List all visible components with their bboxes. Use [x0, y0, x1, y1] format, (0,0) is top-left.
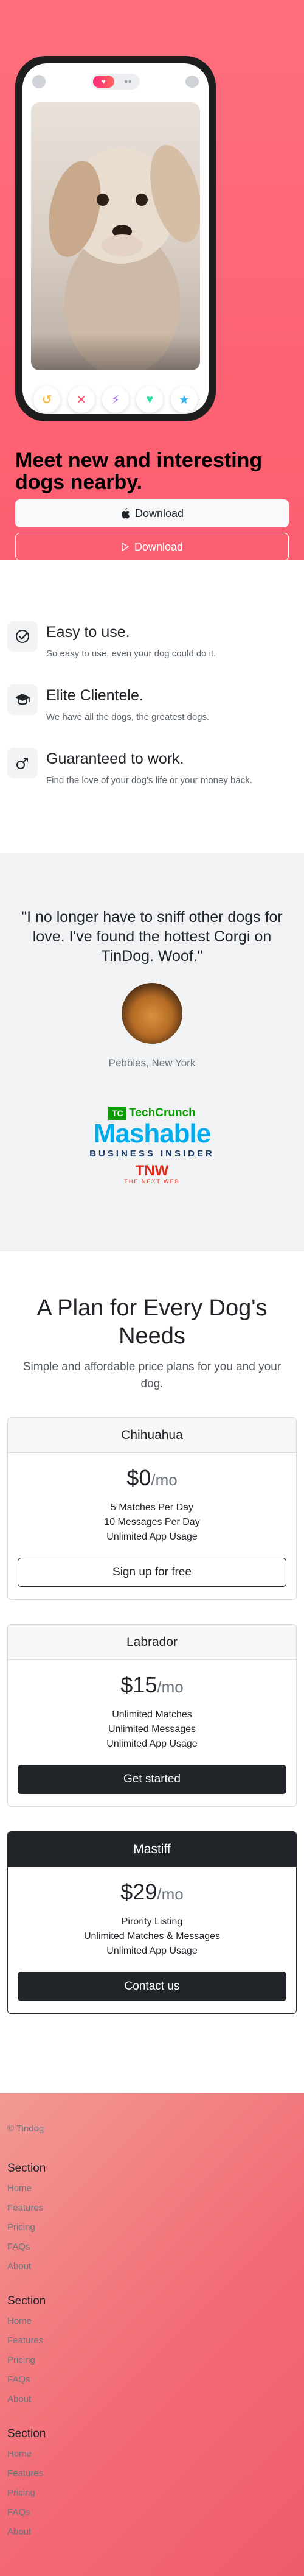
boost-icon: ⚡: [102, 386, 129, 413]
footer-column: Section Home Features Pricing FAQs About: [7, 2295, 297, 2409]
footer-link-pricing[interactable]: Pricing: [7, 2483, 297, 2503]
footer-heading: Section: [7, 2295, 46, 2307]
copyright: © Tindog: [7, 2124, 44, 2134]
feature-title: Easy to use.: [46, 624, 130, 641]
phone-screen: ♥ ●● ↺ ✕ ⚡ ♥ ★: [22, 63, 209, 414]
feature-title: Guaranteed to work.: [46, 750, 184, 767]
plan-feature: 10 Messages Per Day: [104, 1517, 200, 1527]
check-circle-icon: [7, 621, 38, 652]
photo-shade: [31, 334, 200, 370]
plan-feature: Unlimited Matches & Messages: [83, 1931, 221, 1941]
footer-link-features[interactable]: Features: [7, 2331, 297, 2351]
get-started-button[interactable]: Get started: [18, 1765, 286, 1794]
superlike-icon: ★: [170, 386, 198, 413]
app-action-bar: ↺ ✕ ⚡ ♥ ★: [22, 386, 209, 413]
messages-icon: [185, 76, 199, 88]
feature-text: We have all the dogs, the greatest dogs.: [46, 712, 210, 722]
feature-text: Find the love of your dog's life or your…: [46, 775, 252, 786]
testimonial-avatar: [122, 983, 182, 1044]
footer: © Tindog Section Home Features Pricing F…: [0, 2093, 304, 2576]
plan-price: $0/mo: [126, 1465, 178, 1490]
heart-icon: [7, 748, 38, 778]
tnw-tagline: THE NEXT WEB: [124, 1178, 180, 1184]
footer-link-faqs[interactable]: FAQs: [7, 2237, 297, 2257]
mashable-logo: Mashable: [93, 1119, 212, 1149]
feature-title: Elite Clientele.: [46, 687, 143, 704]
rewind-icon: ↺: [33, 386, 61, 413]
testimonial-section: "I no longer have to sniff other dogs fo…: [0, 853, 304, 1251]
business-insider-logo: BUSINESS INSIDER: [89, 1149, 215, 1159]
techcrunch-mark: TC: [108, 1107, 127, 1120]
footer-link-faqs[interactable]: FAQs: [7, 2370, 297, 2390]
tnw-logo: TNW: [135, 1163, 169, 1179]
phone-mockup: ♥ ●● ↺ ✕ ⚡ ♥ ★: [15, 56, 216, 421]
footer-link-home[interactable]: Home: [7, 2312, 297, 2331]
signup-free-button[interactable]: Sign up for free: [18, 1558, 286, 1587]
pricing-title: A Plan for Every Dog's Needs: [36, 1295, 268, 1349]
footer-link-pricing[interactable]: Pricing: [7, 2351, 297, 2370]
download-play-label: Download: [134, 540, 184, 553]
footer-link-pricing[interactable]: Pricing: [7, 2218, 297, 2237]
footer-column: Section Home Features Pricing FAQs About: [7, 2162, 297, 2276]
dog-profile-photo: [31, 102, 200, 370]
footer-link-features[interactable]: Features: [7, 2464, 297, 2483]
footer-link-home[interactable]: Home: [7, 2179, 297, 2198]
app-mode-toggle: ♥ ●●: [91, 74, 140, 90]
techcrunch-text: TechCrunch: [129, 1107, 196, 1119]
like-icon: ♥: [136, 386, 164, 413]
footer-link-about[interactable]: About: [7, 2257, 297, 2276]
plan-price: $15/mo: [120, 1672, 184, 1697]
app-top-bar: ♥ ●●: [22, 63, 209, 100]
plan-feature: Unlimited App Usage: [106, 1739, 198, 1749]
contact-us-button[interactable]: Contact us: [18, 1972, 286, 2001]
testimonial-quote: "I no longer have to sniff other dogs fo…: [21, 909, 283, 965]
download-play-button[interactable]: Download: [15, 533, 289, 560]
plan-feature: Unlimited Messages: [108, 1724, 196, 1734]
plan-features: Unlimited Matches Unlimited Messages Unl…: [18, 1708, 286, 1751]
feature-item: Elite Clientele. We have all the dogs, t…: [7, 684, 297, 722]
plan-card-mastiff: Mastiff $29/mo Pirority Listing Unlimite…: [7, 1831, 297, 2014]
footer-link-about[interactable]: About: [7, 2522, 297, 2542]
feature-item: Guaranteed to work. Find the love of you…: [7, 748, 297, 786]
plan-feature: Unlimited App Usage: [106, 1532, 198, 1542]
plan-card-chihuahua: Chihuahua $0/mo 5 Matches Per Day 10 Mes…: [7, 1417, 297, 1600]
pricing-lead: Simple and affordable price plans for yo…: [22, 1360, 282, 1390]
profile-icon: [32, 75, 46, 88]
plan-name: Labrador: [8, 1625, 296, 1660]
pricing-section: A Plan for Every Dog's Needs Simple and …: [0, 1251, 304, 2093]
footer-heading: Section: [7, 2162, 46, 2175]
graduation-cap-icon: [7, 684, 38, 715]
footer-heading: Section: [7, 2427, 46, 2440]
nope-icon: ✕: [67, 386, 95, 413]
footer-column: Section Home Features Pricing FAQs About: [7, 2427, 297, 2542]
apple-icon: [121, 508, 130, 519]
plan-features: 5 Matches Per Day 10 Messages Per Day Un…: [18, 1501, 286, 1544]
plan-feature: Pirority Listing: [121, 1916, 183, 1927]
footer-link-features[interactable]: Features: [7, 2198, 297, 2218]
footer-link-about[interactable]: About: [7, 2390, 297, 2409]
plan-feature: Unlimited Matches: [112, 1709, 192, 1720]
plan-card-labrador: Labrador $15/mo Unlimited Matches Unlimi…: [7, 1624, 297, 1807]
press-logos: TC TechCrunch Mashable BUSINESS INSIDER …: [18, 1106, 286, 1184]
hero-title: Meet new and interesting dogs nearby.: [15, 449, 263, 494]
feature-text: So easy to use, even your dog could do i…: [46, 649, 216, 659]
plan-features: Pirority Listing Unlimited Matches & Mes…: [18, 1915, 286, 1958]
plan-name: Chihuahua: [8, 1418, 296, 1453]
footer-link-home[interactable]: Home: [7, 2444, 297, 2464]
flame-icon: ♥: [92, 76, 114, 88]
footer-link-faqs[interactable]: FAQs: [7, 2503, 297, 2522]
alt-mode-icon: ●●: [123, 78, 133, 85]
features-section: Easy to use. So easy to use, even your d…: [0, 560, 304, 853]
plan-name: Mastiff: [8, 1832, 296, 1867]
download-apple-label: Download: [134, 507, 184, 519]
dog-illustration: [49, 144, 200, 370]
plan-feature: Unlimited App Usage: [106, 1946, 198, 1956]
download-apple-button[interactable]: Download: [15, 499, 289, 527]
plan-feature: 5 Matches Per Day: [110, 1502, 194, 1513]
google-play-icon: [122, 543, 129, 551]
feature-item: Easy to use. So easy to use, even your d…: [7, 621, 297, 659]
plan-price: $29/mo: [120, 1879, 184, 1904]
hero-section: ♥ ●● ↺ ✕ ⚡ ♥ ★ Meet new and interesting …: [0, 0, 304, 560]
testimonial-author: Pebbles, New York: [108, 1057, 196, 1069]
